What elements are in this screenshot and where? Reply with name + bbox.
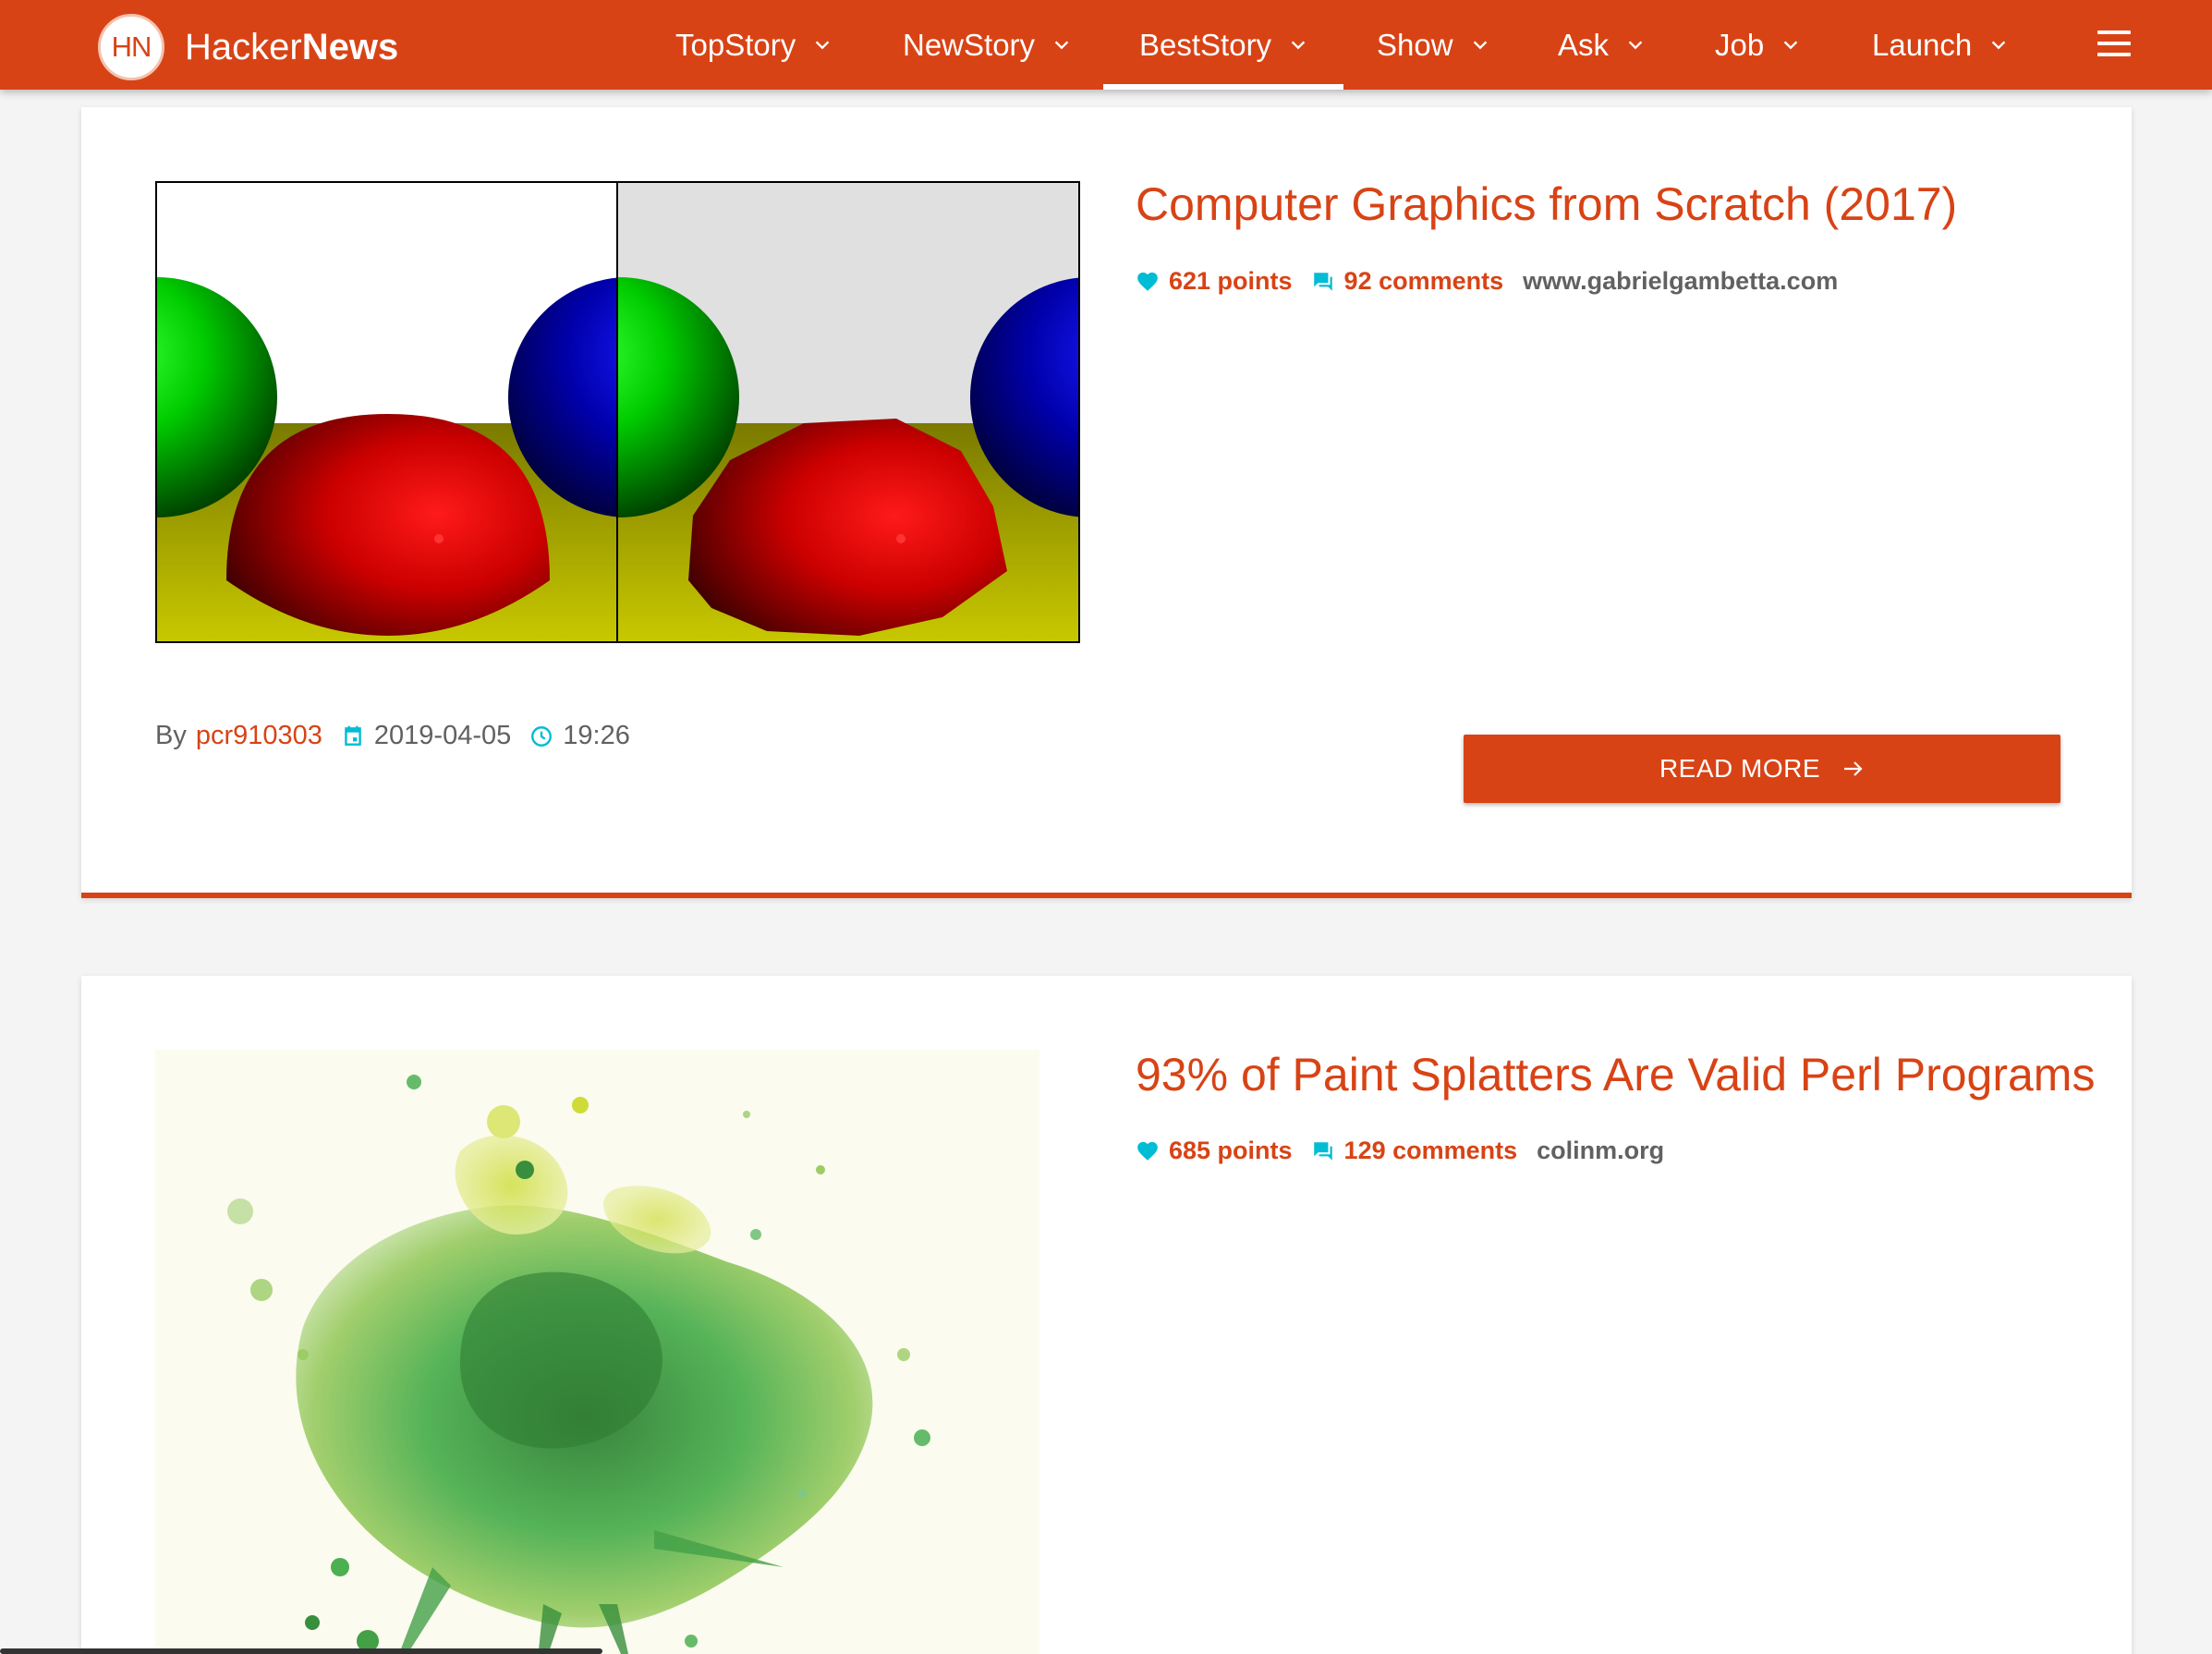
story-title[interactable]: Computer Graphics from Scratch (2017) <box>1136 177 1957 231</box>
story-domain[interactable]: colinm.org <box>1537 1137 1664 1165</box>
by-label: By <box>155 721 187 750</box>
chevron-down-icon <box>1628 40 1643 49</box>
read-more-label: READ MORE <box>1659 754 1821 783</box>
logo-text: HN <box>111 30 152 63</box>
points-count: 621 points <box>1169 267 1293 295</box>
chevron-down-icon <box>815 40 830 49</box>
heart-icon <box>1137 272 1158 291</box>
story-title[interactable]: 93% of Paint Splatters Are Valid Perl Pr… <box>1136 1048 2095 1101</box>
comment-icon <box>1313 1141 1332 1161</box>
nav-ask[interactable]: Ask <box>1558 0 1646 90</box>
chevron-down-icon <box>1473 40 1487 49</box>
comments-count: 92 comments <box>1343 267 1504 295</box>
author-link[interactable]: pcr910303 <box>196 721 322 751</box>
nav-show[interactable]: Show <box>1377 0 1490 90</box>
nav-beststory[interactable]: BestStory <box>1102 0 1344 90</box>
chevron-down-icon <box>1992 40 2006 49</box>
brand-name-bold: News <box>301 26 399 67</box>
story-meta: 685 points 129 comments colinm.org <box>1136 1137 1664 1165</box>
story-byline: By pcr910303 2019-04-05 19:26 <box>155 721 630 751</box>
calendar-icon <box>345 725 361 746</box>
hamburger-menu-icon[interactable] <box>2097 30 2131 56</box>
comments-link[interactable]: 129 comments <box>1311 1137 1518 1165</box>
logo-badge: HN <box>98 14 164 80</box>
story-thumbnail[interactable] <box>155 181 1080 643</box>
chevron-down-icon <box>1783 40 1798 49</box>
comments-count: 129 comments <box>1343 1137 1518 1164</box>
brand-name-light: Hacker <box>185 26 302 67</box>
nav-label: BestStory <box>1139 27 1272 62</box>
comment-icon <box>1313 272 1332 291</box>
heart-icon <box>1137 1141 1158 1161</box>
nav-newstory[interactable]: NewStory <box>903 0 1072 90</box>
points-count: 685 points <box>1169 1137 1293 1164</box>
story-domain[interactable]: www.gabrielgambetta.com <box>1523 267 1838 296</box>
scroll-indicator[interactable] <box>0 1648 602 1654</box>
top-navbar: HN HackerNews TopStory NewStory BestStor… <box>0 0 2212 90</box>
nav-job[interactable]: Job <box>1715 0 1801 90</box>
clock-icon <box>531 725 553 747</box>
nav-launch[interactable]: Launch <box>1872 0 2009 90</box>
story-meta: 621 points 92 comments www.gabrielgambet… <box>1136 267 1838 296</box>
chevron-down-icon <box>1291 40 1306 49</box>
story-card: 93% of Paint Splatters Are Valid Perl Pr… <box>81 976 2132 1654</box>
nav-label: TopStory <box>675 27 796 62</box>
story-date: 2019-04-05 <box>373 721 512 750</box>
story-card: Computer Graphics from Scratch (2017) 62… <box>81 107 2132 898</box>
read-more-button[interactable]: READ MORE <box>1464 735 2060 803</box>
paint-splatter-image <box>155 1050 1039 1654</box>
nav-topstory[interactable]: TopStory <box>675 0 833 90</box>
brand-logo[interactable]: HN HackerNews <box>98 14 398 80</box>
story-time: 19:26 <box>563 721 630 750</box>
nav-label: Launch <box>1872 27 1973 62</box>
brand-name: HackerNews <box>185 27 398 68</box>
nav-label: NewStory <box>903 27 1036 62</box>
story-thumbnail[interactable] <box>155 1050 1039 1654</box>
arrow-right-icon <box>1844 761 1863 776</box>
comments-link[interactable]: 92 comments <box>1311 267 1504 296</box>
nav-label: Job <box>1715 27 1765 62</box>
nav-label: Ask <box>1558 27 1610 62</box>
raytraced-spheres-image <box>157 183 1078 641</box>
nav-label: Show <box>1377 27 1453 62</box>
chevron-down-icon <box>1054 40 1069 49</box>
